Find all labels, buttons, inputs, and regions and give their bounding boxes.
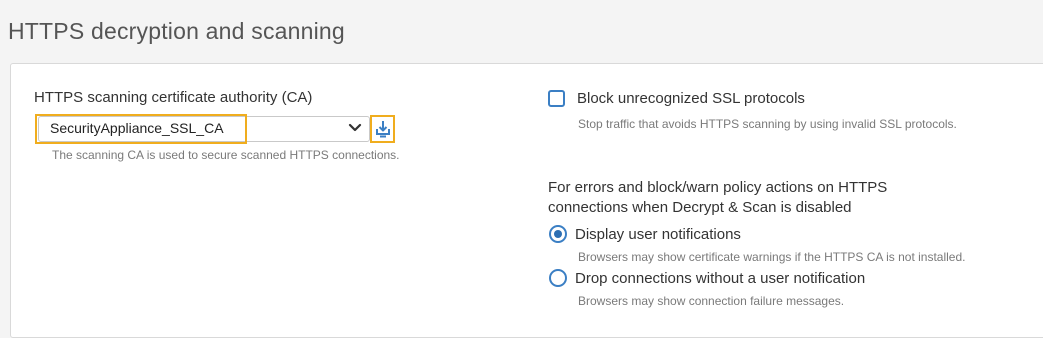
- section-title: HTTPS decryption and scanning: [8, 18, 345, 44]
- errors-group-label-line2: connections when Decrypt & Scan is disab…: [548, 199, 852, 216]
- errors-group-label-line1: For errors and block/warn policy actions…: [548, 179, 888, 196]
- download-icon: [375, 121, 390, 138]
- download-ca-button[interactable]: [370, 115, 395, 143]
- radio-display-notifications-label[interactable]: Display user notifications: [575, 226, 741, 243]
- radio-display-notifications[interactable]: [549, 225, 567, 243]
- radio-drop-connections-label[interactable]: Drop connections without a user notifica…: [575, 270, 865, 287]
- block-ssl-hint: Stop traffic that avoids HTTPS scanning …: [578, 117, 957, 131]
- ca-select-value: SecurityAppliance_SSL_CA: [50, 120, 224, 136]
- drop-connections-hint: Browsers may show connection failure mes…: [578, 294, 845, 308]
- chevron-down-icon[interactable]: [348, 122, 362, 134]
- errors-group-label: For errors and block/warn policy actions…: [548, 178, 968, 218]
- ca-hint: The scanning CA is used to secure scanne…: [52, 148, 400, 162]
- block-ssl-label[interactable]: Block unrecognized SSL protocols: [577, 90, 805, 107]
- ca-field-label: HTTPS scanning certificate authority (CA…: [34, 89, 313, 106]
- display-notifications-hint: Browsers may show certificate warnings i…: [578, 250, 966, 264]
- block-ssl-checkbox[interactable]: [548, 90, 565, 107]
- radio-drop-connections[interactable]: [549, 269, 567, 287]
